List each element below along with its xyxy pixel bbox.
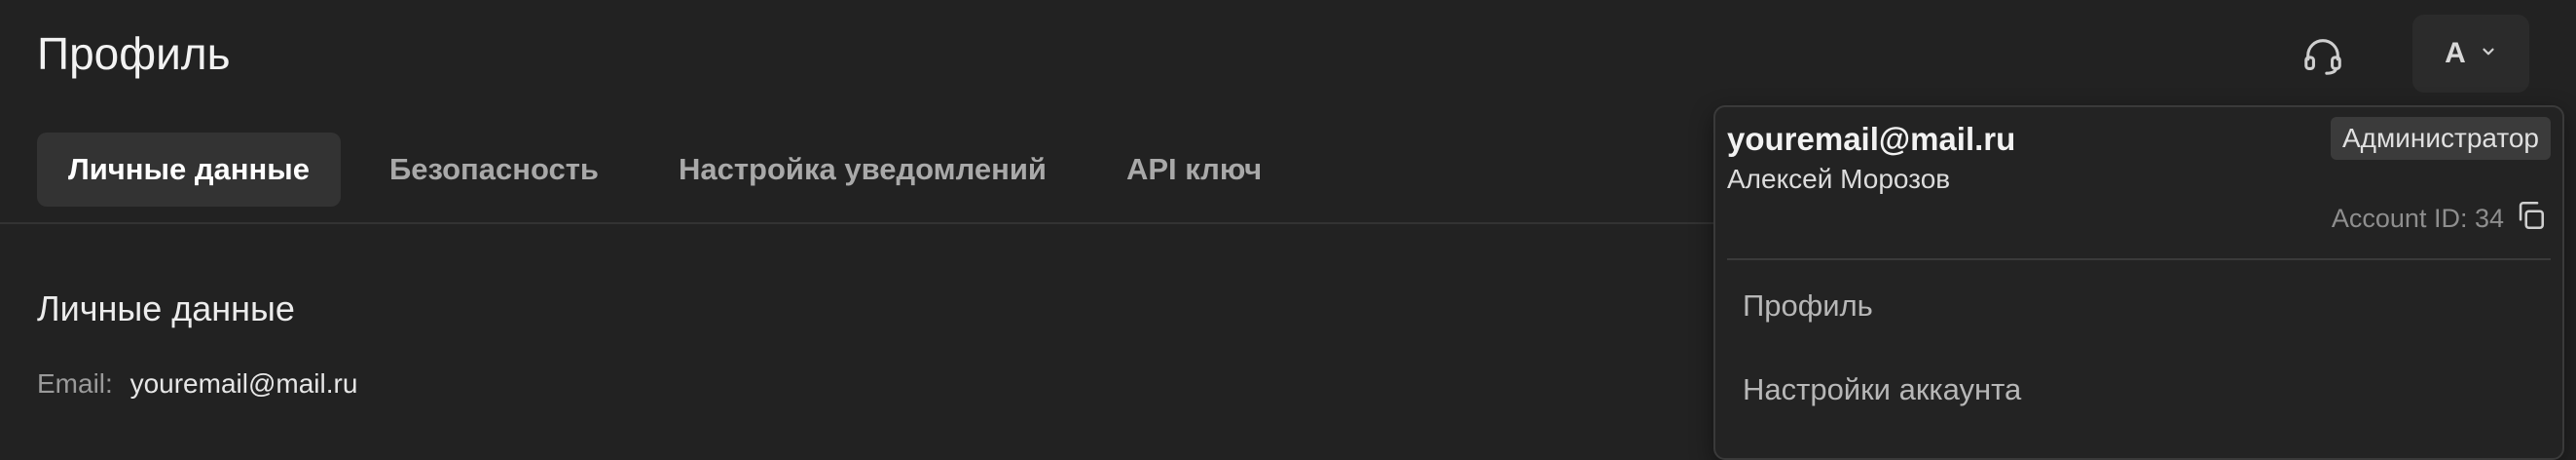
menu-item-account-settings[interactable]: Настройки аккаунта <box>1743 372 2021 407</box>
account-name: Алексей Морозов <box>1727 164 1951 194</box>
tab-security[interactable]: Безопасность <box>358 133 630 207</box>
tab-api-key[interactable]: API ключ <box>1095 133 1293 207</box>
account-dropdown: youremail@mail.ru Администратор Алексей … <box>1713 105 2564 460</box>
tabs-divider <box>0 222 1715 224</box>
copy-icon <box>2514 199 2547 239</box>
email-row: Email: youremail@mail.ru <box>37 368 357 400</box>
tab-personal-data[interactable]: Личные данные <box>37 133 341 207</box>
page-title: Профиль <box>37 28 231 79</box>
support-button[interactable] <box>2293 27 2353 88</box>
account-email: youremail@mail.ru <box>1727 121 2016 157</box>
account-id-row: Account ID: 34 <box>2332 199 2547 239</box>
account-menu-button[interactable]: А <box>2412 15 2529 93</box>
tab-notifications[interactable]: Настройка уведомлений <box>647 133 1078 207</box>
avatar: А <box>2445 37 2466 69</box>
role-badge: Администратор <box>2330 117 2551 160</box>
copy-account-id-button[interactable] <box>2514 199 2547 239</box>
email-label: Email: <box>37 368 113 399</box>
menu-item-profile[interactable]: Профиль <box>1743 288 1873 324</box>
profile-tabs: Личные данные Безопасность Настройка уве… <box>37 133 1293 207</box>
email-value: youremail@mail.ru <box>129 368 358 399</box>
account-id: Account ID: 34 <box>2331 204 2504 233</box>
headset-icon <box>2300 33 2345 83</box>
chevron-down-icon <box>2480 43 2497 65</box>
dropdown-divider <box>1727 258 2551 260</box>
section-title: Личные данные <box>37 288 295 328</box>
